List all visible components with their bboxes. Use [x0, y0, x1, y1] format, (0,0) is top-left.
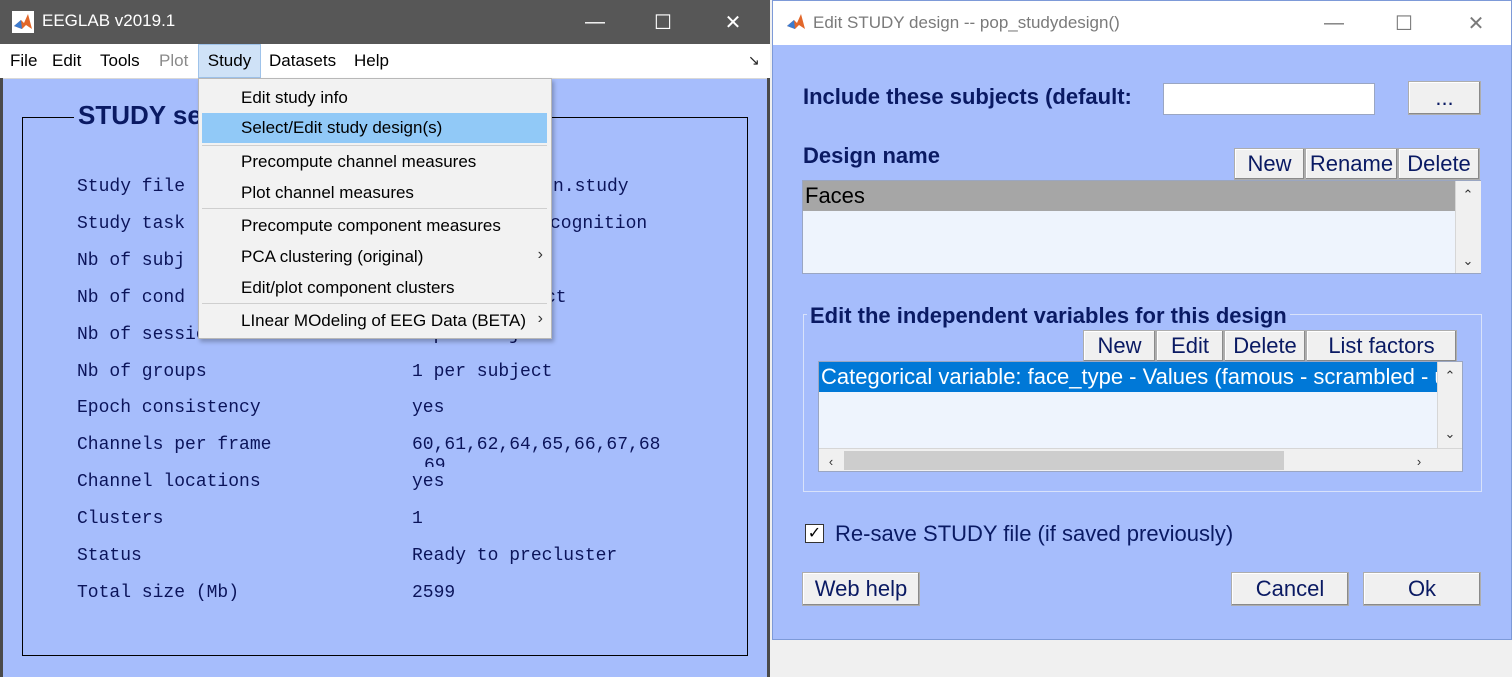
scroll-down-icon[interactable]: ⌄ — [1458, 251, 1478, 271]
dialog-title: Edit STUDY design -- pop_studydesign() — [813, 13, 1120, 32]
dialog-titlebar[interactable]: Edit STUDY design -- pop_studydesign() —… — [773, 1, 1511, 45]
matlab-logo-icon — [12, 11, 34, 33]
row-label: Channels per frame — [77, 435, 272, 455]
menu-plot[interactable]: Plot — [159, 44, 188, 78]
study-frame-title: STUDY se — [74, 100, 206, 131]
ok-button[interactable]: Ok — [1363, 572, 1481, 606]
row-value: yes — [412, 472, 445, 492]
row-value: 60,61,62,64,65,66,67,68 — [412, 435, 661, 455]
row-label: Channel locations — [77, 472, 261, 492]
delete-variable-button[interactable]: Delete — [1224, 330, 1306, 362]
menu-item-edit-study-info[interactable]: Edit study info — [199, 83, 551, 113]
row-value: n.study — [553, 177, 629, 197]
web-help-button[interactable]: Web help — [802, 572, 920, 606]
row-value: 2599 — [412, 583, 456, 603]
menu-item-precompute-channel[interactable]: Precompute channel measures — [199, 147, 551, 177]
menu-item-edit-plot-clusters[interactable]: Edit/plot component clusters — [199, 273, 551, 303]
include-subjects-input[interactable] — [1163, 83, 1375, 115]
minimize-icon[interactable]: — — [572, 0, 618, 44]
study-dropdown-menu: Edit study info Select/Edit study design… — [198, 78, 552, 339]
cancel-button[interactable]: Cancel — [1231, 572, 1349, 606]
eeglab-main-window: EEGLAB v2019.1 — ☐ ✕ File Edit Tools Plo… — [0, 0, 770, 677]
close-icon[interactable]: ✕ — [710, 0, 756, 44]
row-label: Nb of cond — [77, 288, 186, 308]
design-listbox[interactable]: Faces ⌃ ⌄ — [802, 180, 1481, 274]
row-label: Study file — [77, 177, 186, 197]
submenu-arrow-icon: › — [537, 310, 543, 327]
menu-bar: File Edit Tools Plot Study Datasets Help… — [0, 44, 770, 79]
window-edge — [0, 78, 3, 677]
list-item[interactable]: Categorical variable: face_type - Values… — [819, 362, 1437, 392]
scrollbar-thumb[interactable] — [844, 451, 1284, 470]
menu-item-limo[interactable]: LInear MOdeling of EEG Data (BETA) › — [199, 306, 551, 336]
menu-file[interactable]: File — [10, 44, 37, 78]
scroll-up-icon[interactable]: ⌃ — [1458, 185, 1478, 205]
browse-subjects-button[interactable]: ... — [1408, 81, 1481, 115]
row-label: Study task — [77, 214, 186, 234]
minimize-icon[interactable]: — — [1311, 1, 1357, 45]
row-label: Nb of groups — [77, 362, 207, 382]
eeglab-titlebar[interactable]: EEGLAB v2019.1 — ☐ ✕ — [0, 0, 770, 44]
delete-design-button[interactable]: Delete — [1398, 148, 1480, 180]
menu-item-select-edit-study-design[interactable]: Select/Edit study design(s) — [202, 113, 547, 143]
row-value: 1 per subject — [412, 362, 553, 382]
list-item[interactable]: Faces — [803, 181, 1455, 211]
menu-edit[interactable]: Edit — [52, 44, 81, 78]
menu-help[interactable]: Help — [354, 44, 389, 78]
resave-checkbox[interactable]: ✓ — [805, 524, 824, 543]
menu-item-precompute-component[interactable]: Precompute component measures — [199, 211, 551, 241]
submenu-arrow-icon: › — [537, 246, 543, 263]
menu-separator — [202, 145, 547, 146]
variables-horizontal-scrollbar[interactable]: ‹ › — [819, 448, 1462, 471]
window-title: EEGLAB v2019.1 — [42, 11, 176, 30]
matlab-logo-icon — [785, 11, 807, 33]
row-label: Epoch consistency — [77, 398, 261, 418]
new-variable-button[interactable]: New — [1083, 330, 1156, 362]
design-list-scrollbar[interactable]: ⌃ ⌄ — [1455, 181, 1481, 273]
menu-study[interactable]: Study — [198, 44, 261, 78]
row-value-overflow: 69 — [424, 456, 446, 467]
row-value: 1 — [412, 509, 423, 529]
maximize-icon[interactable]: ☐ — [640, 0, 686, 44]
maximize-icon[interactable]: ☐ — [1381, 1, 1427, 45]
edit-variable-button[interactable]: Edit — [1156, 330, 1224, 362]
scroll-up-icon[interactable]: ⌃ — [1440, 366, 1460, 386]
row-label: Clusters — [77, 509, 164, 529]
menu-item-plot-channel[interactable]: Plot channel measures — [199, 178, 551, 208]
variables-group-label: Edit the independent variables for this … — [807, 303, 1290, 329]
rename-design-button[interactable]: Rename — [1305, 148, 1398, 180]
row-label: Status — [77, 546, 142, 566]
close-icon[interactable]: ✕ — [1453, 1, 1499, 45]
row-value: Ready to precluster — [412, 546, 618, 566]
design-name-label: Design name — [803, 143, 940, 168]
include-subjects-label: Include these subjects (default: — [803, 84, 1132, 109]
list-factors-button[interactable]: List factors — [1306, 330, 1457, 362]
row-label: Nb of subj — [77, 251, 186, 271]
scroll-down-icon[interactable]: ⌄ — [1440, 424, 1460, 444]
dock-arrow-icon[interactable]: ↘ — [748, 52, 760, 69]
menu-item-pca-clustering[interactable]: PCA clustering (original) › — [199, 242, 551, 272]
scroll-left-icon[interactable]: ‹ — [821, 451, 841, 471]
row-label: Total size (Mb) — [77, 583, 240, 603]
edit-study-design-dialog: Edit STUDY design -- pop_studydesign() —… — [772, 0, 1512, 640]
variables-listbox[interactable]: Categorical variable: face_type - Values… — [818, 361, 1463, 472]
row-value: yes — [412, 398, 445, 418]
new-design-button[interactable]: New — [1234, 148, 1305, 180]
menu-datasets[interactable]: Datasets — [269, 44, 336, 78]
resave-label: Re-save STUDY file (if saved previously) — [835, 521, 1234, 546]
menu-tools[interactable]: Tools — [100, 44, 140, 78]
variables-vertical-scrollbar[interactable]: ⌃ ⌄ — [1437, 362, 1462, 448]
window-edge — [767, 78, 770, 677]
menu-separator — [202, 208, 547, 209]
row-value: cognition — [550, 214, 648, 234]
scroll-right-icon[interactable]: › — [1409, 451, 1429, 471]
menu-separator — [202, 303, 547, 304]
